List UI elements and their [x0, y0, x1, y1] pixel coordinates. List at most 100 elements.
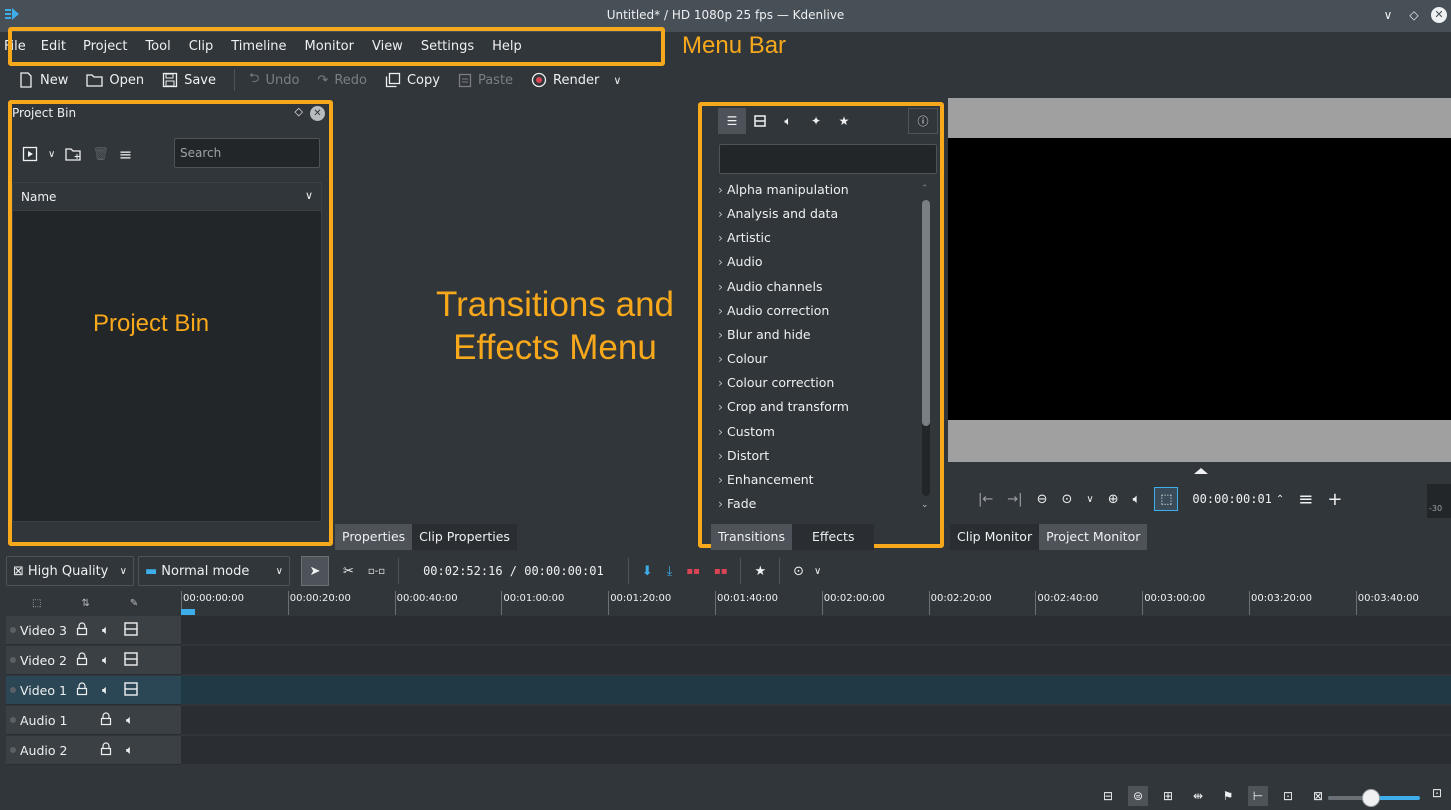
lock-icon[interactable]	[76, 681, 88, 699]
monitor-playhead-marker[interactable]	[1194, 468, 1208, 474]
go-to-end-icon[interactable]: →|	[1007, 492, 1022, 507]
menu-bar-annotation-label: Menu Bar	[682, 32, 787, 59]
track-audio-icon[interactable]: ⇅	[81, 598, 89, 609]
play-options-dropdown-icon[interactable]: ∨	[1086, 494, 1093, 505]
favorite-effects-icon[interactable]: ★	[754, 564, 766, 579]
track-header[interactable]: Video 1 🔈︎	[6, 676, 181, 705]
record-icon[interactable]: ⊙ ∨	[793, 564, 821, 579]
zoom-in-icon[interactable]: ⊡	[1432, 786, 1442, 800]
undo-button[interactable]: ⮌ Undo	[249, 69, 299, 91]
show-video-thumbnails-icon[interactable]: ⊞	[1158, 786, 1178, 806]
add-marker-icon[interactable]: +	[1327, 489, 1342, 510]
ruler-tick-label: 00:01:40:00	[717, 593, 779, 604]
track-lane[interactable]	[181, 616, 1451, 645]
ruler-tick-line	[1355, 591, 1357, 615]
monitor-video-area[interactable]	[948, 138, 1451, 420]
mute-icon[interactable]: 🔈︎	[126, 742, 134, 758]
fit-zoom-icon[interactable]: ⊠	[1308, 786, 1328, 806]
show-markers-icon[interactable]: ⚑	[1218, 786, 1238, 806]
render-icon	[531, 72, 547, 88]
save-button[interactable]: Save	[162, 72, 216, 88]
monitor-menu-icon[interactable]: ≡	[1298, 489, 1313, 510]
render-button[interactable]: Render ∨	[531, 72, 621, 88]
forward-icon[interactable]: ⊕	[1108, 492, 1119, 507]
minimize-icon[interactable]: ∨	[1379, 6, 1397, 24]
monitor-controls: |← →| ⊖ ⊙ ∨ ⊕ 🔈︎ ⬚ 00:00:00:01 ⌃ ≡ +	[978, 486, 1342, 512]
copy-button[interactable]: Copy	[385, 72, 440, 88]
volume-icon[interactable]: 🔈︎	[1133, 492, 1141, 507]
lock-icon[interactable]	[100, 741, 112, 759]
overwrite-clip-icon[interactable]: ⤓	[667, 564, 673, 579]
timeline-toolbar: ⊠ High Quality ∨ ▬ Normal mode ∨ ➤ ✂ ▫-▫…	[6, 554, 1451, 588]
hide-video-icon[interactable]	[123, 651, 138, 669]
quality-select[interactable]: ⊠ High Quality ∨	[6, 556, 134, 586]
new-button-label: New	[40, 72, 69, 88]
go-to-start-icon[interactable]: |←	[978, 492, 993, 507]
lock-icon[interactable]	[76, 621, 88, 639]
extract-icon[interactable]: ▪▪	[714, 566, 728, 577]
tab-project-monitor[interactable]: Project Monitor	[1039, 524, 1148, 550]
paste-button[interactable]: Paste	[458, 72, 513, 88]
hide-video-icon[interactable]	[123, 681, 138, 699]
render-dropdown-icon[interactable]: ∨	[613, 74, 621, 87]
lift-icon[interactable]: ▪▪	[686, 566, 700, 577]
mute-icon[interactable]: 🔈︎	[102, 652, 110, 668]
zoom-fit-icon[interactable]: ⬚	[1154, 487, 1179, 511]
track-tools-icon[interactable]: ✎	[130, 598, 138, 609]
track-lane[interactable]	[181, 676, 1451, 705]
tab-clip-monitor[interactable]: Clip Monitor	[950, 524, 1040, 550]
tab-properties[interactable]: Properties	[335, 524, 413, 550]
selection-tool-icon[interactable]: ➤	[301, 556, 329, 586]
track-lane[interactable]	[181, 706, 1451, 735]
open-button[interactable]: Open	[86, 72, 144, 88]
mute-icon[interactable]: 🔈︎	[126, 712, 134, 728]
track-status-dot	[10, 627, 16, 633]
razor-tool-icon[interactable]: ✂	[343, 564, 354, 579]
timecode-spin-icon[interactable]: ⌃	[1276, 494, 1284, 505]
collapse-tracks-icon[interactable]: ⬚	[32, 598, 41, 609]
track-controls: 🔈︎	[76, 681, 138, 699]
track-header[interactable]: Video 3 🔈︎	[6, 616, 181, 645]
maximize-icon[interactable]: ◇	[1405, 6, 1423, 24]
track-controls: 🔈︎	[100, 711, 134, 729]
edit-mode-select[interactable]: ▬ Normal mode ∨	[138, 556, 290, 586]
track-header[interactable]: Audio 2 🔈︎	[6, 736, 181, 765]
timeline-playhead[interactable]	[181, 609, 195, 615]
monitor-timecode[interactable]: 00:00:00:01	[1192, 492, 1271, 506]
track-header[interactable]: Audio 1 🔈︎	[6, 706, 181, 735]
rewind-icon[interactable]: ⊖	[1037, 492, 1048, 507]
new-document-icon	[18, 72, 34, 88]
snap-icon[interactable]: ⊢	[1248, 786, 1268, 806]
track-lane[interactable]	[181, 646, 1451, 675]
ruler-tick-label: 00:00:00:00	[183, 593, 245, 604]
lock-icon[interactable]	[100, 711, 112, 729]
new-button[interactable]: New	[18, 72, 68, 88]
close-window-icon[interactable]: ✕	[1431, 7, 1447, 23]
track-lane[interactable]	[181, 736, 1451, 765]
tab-effects[interactable]: Effects	[791, 524, 875, 550]
toolbar-separator	[779, 558, 781, 584]
ruler-tick-line	[928, 591, 930, 615]
split-audio-icon[interactable]: ⊟	[1098, 786, 1118, 806]
tab-transitions[interactable]: Transitions	[711, 524, 792, 550]
project-monitor: |← →| ⊖ ⊙ ∨ ⊕ 🔈︎ ⬚ 00:00:00:01 ⌃ ≡ + -30	[948, 98, 1451, 522]
open-button-label: Open	[109, 72, 145, 88]
redo-button[interactable]: ↷ Redo	[317, 73, 367, 88]
spacer-tool-icon[interactable]: ▫-▫	[368, 566, 385, 577]
ruler-tick-label: 00:01:20:00	[610, 593, 672, 604]
lock-icon[interactable]	[76, 651, 88, 669]
show-audio-thumbnails-icon[interactable]: ⊜	[1128, 786, 1148, 806]
zoom-out-icon[interactable]: ⊡	[1278, 786, 1298, 806]
track-header[interactable]: Video 2 🔈︎	[6, 646, 181, 675]
play-icon[interactable]: ⊙	[1061, 492, 1072, 507]
folder-open-icon	[86, 72, 104, 88]
zoom-slider-knob[interactable]	[1362, 789, 1380, 807]
window-title: Untitled* / HD 1080p 25 fps — Kdenlive	[606, 8, 845, 22]
tab-clip-properties[interactable]: Clip Properties	[412, 524, 517, 550]
mute-icon[interactable]: 🔈︎	[102, 682, 110, 698]
hide-video-icon[interactable]	[123, 621, 138, 639]
insert-clip-icon[interactable]: ⬇	[642, 564, 653, 579]
show-keyframes-icon[interactable]: ⇹	[1188, 786, 1208, 806]
timeline-ruler[interactable]: 00:00:00:00 00:00:20:00 00:00:40:00 00:01:0…	[181, 591, 1451, 615]
mute-icon[interactable]: 🔈︎	[102, 622, 110, 638]
